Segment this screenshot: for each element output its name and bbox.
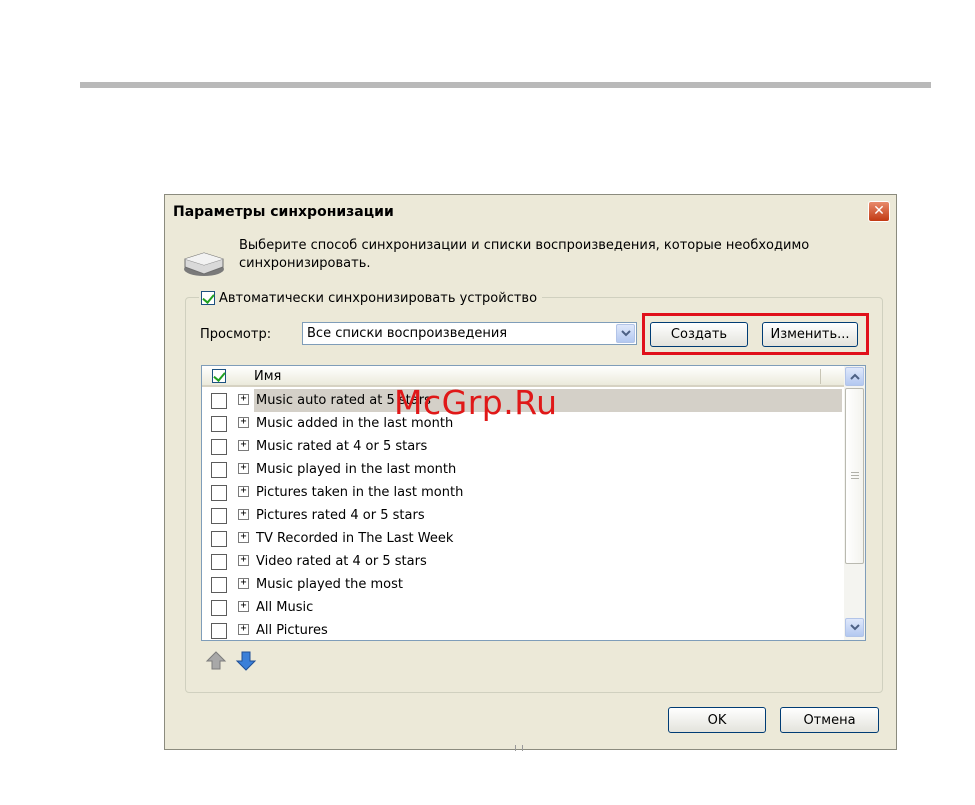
item-checkbox[interactable] xyxy=(211,577,227,593)
expand-icon[interactable]: + xyxy=(238,417,249,428)
list-item[interactable]: + All Music xyxy=(202,596,845,619)
reorder-controls xyxy=(205,650,257,672)
move-down-icon[interactable] xyxy=(235,650,257,672)
item-label: TV Recorded in The Last Week xyxy=(256,531,454,546)
list-item[interactable]: + Pictures rated 4 or 5 stars xyxy=(202,504,845,527)
expand-icon[interactable]: + xyxy=(238,463,249,474)
expand-icon[interactable]: + xyxy=(238,555,249,566)
sync-settings-dialog: Параметры синхронизации ✕ Выберите спосо… xyxy=(164,194,897,751)
intro-text: Выберите способ синхронизации и списки в… xyxy=(239,237,849,273)
resize-notch xyxy=(515,745,523,751)
item-label: Music played the most xyxy=(256,577,403,592)
view-label: Просмотр: xyxy=(200,327,272,342)
item-checkbox[interactable] xyxy=(211,416,227,432)
expand-icon[interactable]: + xyxy=(238,394,249,405)
ok-button[interactable]: OK xyxy=(668,707,766,733)
grip-icon xyxy=(851,472,859,479)
item-label: All Pictures xyxy=(256,623,328,638)
auto-sync-label: Автоматически синхронизировать устройств… xyxy=(219,290,538,306)
column-name-header[interactable]: Имя xyxy=(254,369,281,384)
list-item[interactable]: + TV Recorded in The Last Week xyxy=(202,527,845,550)
auto-sync-checkbox[interactable] xyxy=(201,291,215,305)
item-checkbox[interactable] xyxy=(211,623,227,639)
view-select[interactable]: Все списки воспроизведения xyxy=(302,322,637,345)
item-checkbox[interactable] xyxy=(211,393,227,409)
item-checkbox[interactable] xyxy=(211,508,227,524)
item-label: All Music xyxy=(256,600,314,615)
item-checkbox[interactable] xyxy=(211,554,227,570)
intro-line-2: синхронизировать. xyxy=(239,256,371,271)
cancel-button[interactable]: Отмена xyxy=(780,707,879,733)
create-button[interactable]: Создать xyxy=(650,322,748,347)
scrollbar[interactable] xyxy=(844,366,865,640)
list-item[interactable]: + Music rated at 4 or 5 stars xyxy=(202,435,845,458)
expand-icon[interactable]: + xyxy=(238,509,249,520)
expand-icon[interactable]: + xyxy=(238,624,249,635)
item-checkbox[interactable] xyxy=(211,485,227,501)
item-checkbox[interactable] xyxy=(211,600,227,616)
list-item[interactable]: + Music played in the last month xyxy=(202,458,845,481)
item-checkbox[interactable] xyxy=(211,439,227,455)
top-divider xyxy=(80,82,931,88)
item-label: Music rated at 4 or 5 stars xyxy=(256,439,428,454)
expand-icon[interactable]: + xyxy=(238,578,249,589)
intro-line-1: Выберите способ синхронизации и списки в… xyxy=(239,238,810,253)
item-label: Pictures taken in the last month xyxy=(256,485,464,500)
item-label: Video rated at 4 or 5 stars xyxy=(256,554,427,569)
item-checkbox[interactable] xyxy=(211,462,227,478)
chevron-down-icon[interactable] xyxy=(616,324,635,343)
scrollbar-thumb[interactable] xyxy=(845,388,864,564)
list-item[interactable]: + Music played the most xyxy=(202,573,845,596)
view-select-value: Все списки воспроизведения xyxy=(307,326,508,341)
scroll-down-icon[interactable] xyxy=(845,618,864,637)
close-icon[interactable]: ✕ xyxy=(868,201,890,222)
watermark: McGrp.Ru xyxy=(394,383,558,422)
select-all-checkbox[interactable] xyxy=(212,369,226,383)
dialog-titlebar: Параметры синхронизации ✕ xyxy=(165,195,896,227)
expand-icon[interactable]: + xyxy=(238,532,249,543)
item-label: Pictures rated 4 or 5 stars xyxy=(256,508,425,523)
edit-button[interactable]: Изменить... xyxy=(762,322,858,347)
auto-sync-checkbox-row[interactable]: Автоматически синхронизировать устройств… xyxy=(199,289,543,307)
item-label: Music played in the last month xyxy=(256,462,457,477)
item-checkbox[interactable] xyxy=(211,531,227,547)
device-icon xyxy=(184,252,224,276)
move-up-icon[interactable] xyxy=(205,650,227,672)
column-divider[interactable] xyxy=(820,369,821,384)
expand-icon[interactable]: + xyxy=(238,440,249,451)
expand-icon[interactable]: + xyxy=(238,601,249,612)
list-item[interactable]: + Pictures taken in the last month xyxy=(202,481,845,504)
scroll-up-icon[interactable] xyxy=(845,367,864,386)
list-item[interactable]: + Video rated at 4 or 5 stars xyxy=(202,550,845,573)
expand-icon[interactable]: + xyxy=(238,486,249,497)
list-item[interactable]: + All Pictures xyxy=(202,619,845,640)
dialog-title: Параметры синхронизации xyxy=(173,204,394,220)
